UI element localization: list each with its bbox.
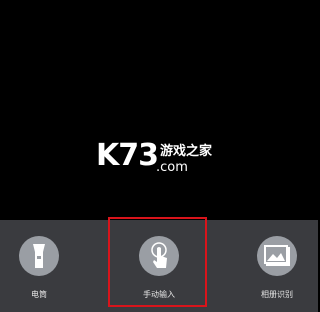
watermark-logo: K73 游戏之家 .com (96, 140, 226, 180)
watermark-k73-text: K73 (96, 138, 159, 173)
highlight-box (108, 217, 207, 307)
watermark-site-name: 游戏之家 (160, 144, 213, 159)
album-recognition-label: 相册识别 (261, 290, 293, 299)
flashlight-icon (19, 236, 59, 276)
album-image-icon (257, 236, 297, 276)
flashlight-label: 电筒 (31, 290, 47, 299)
album-recognition-button[interactable]: 相册识别 (232, 228, 320, 306)
watermark-domain: .com (156, 160, 188, 175)
camera-viewfinder: K73 游戏之家 .com (0, 0, 318, 220)
flashlight-button[interactable]: 电筒 (0, 228, 84, 306)
